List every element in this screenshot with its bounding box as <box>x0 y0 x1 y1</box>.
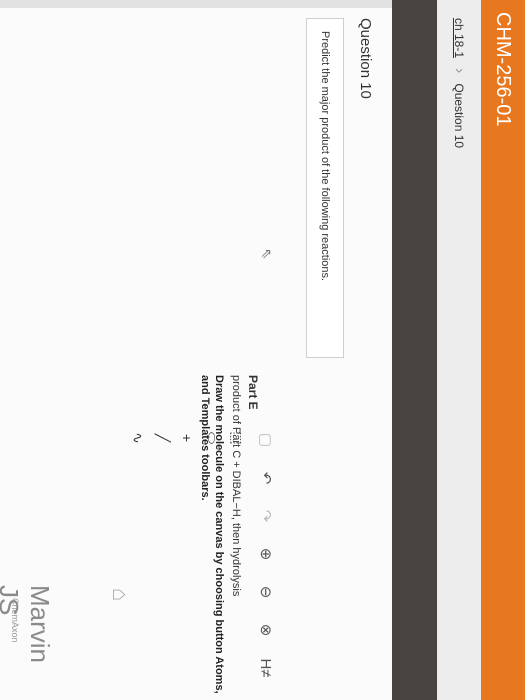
undo-icon[interactable]: ↶ <box>252 464 280 492</box>
question-title: Question 10 <box>357 18 374 99</box>
app-title: CHM-256-01 <box>492 12 514 127</box>
plus-icon[interactable]: + <box>179 426 195 450</box>
breadcrumb-link[interactable]: ch 18-1 <box>452 18 466 58</box>
breadcrumb: ch 18-1 › Question 10 <box>436 0 481 700</box>
eraser-icon[interactable]: ⬭ <box>203 426 220 450</box>
single-bond-icon[interactable]: ╱ <box>154 426 171 450</box>
app-header: CHM-256-01 <box>481 0 525 700</box>
breadcrumb-current: Question 10 <box>452 83 466 149</box>
question-prompt: Predict the major product of the followi… <box>306 18 344 358</box>
editor-toolbar: ▢ ↶ ↷ ⊕ ⊖ ⊗ H≠ <box>247 418 285 700</box>
divider-strip <box>392 0 437 700</box>
question-content: Question 10 Predict the major product of… <box>0 0 392 700</box>
zoom-out-icon[interactable]: ⊖ <box>252 578 280 606</box>
hydrogen-toggle[interactable]: H≠ <box>252 654 280 682</box>
screen: CHM-256-01 ch 18-1 › Question 10 Questio… <box>0 0 525 700</box>
editor-left-tools: ⬚ ⬭ + ╱ ∿ <box>130 418 245 458</box>
selection-icon[interactable]: ⬚ <box>228 426 245 450</box>
edge-panel <box>0 0 392 8</box>
marvin-logo-icon: ⌂ <box>108 588 133 602</box>
part-title: Part E <box>246 375 260 410</box>
select-icon[interactable]: ▢ <box>252 426 280 454</box>
chain-icon[interactable]: ∿ <box>129 426 146 450</box>
vendor-label: ChemAxon <box>10 598 20 643</box>
zoom-in-icon[interactable]: ⊕ <box>252 540 280 568</box>
redo-icon[interactable]: ↷ <box>252 502 280 530</box>
clear-icon[interactable]: ⊗ <box>252 616 280 644</box>
chevron-right-icon: › <box>451 68 468 74</box>
marvin-brand: Marvin JS <box>0 585 55 664</box>
part-description: product of Part C + DIBAL−H, then hydrol… <box>230 375 242 597</box>
mouse-cursor-icon: ⇖ <box>259 248 275 260</box>
